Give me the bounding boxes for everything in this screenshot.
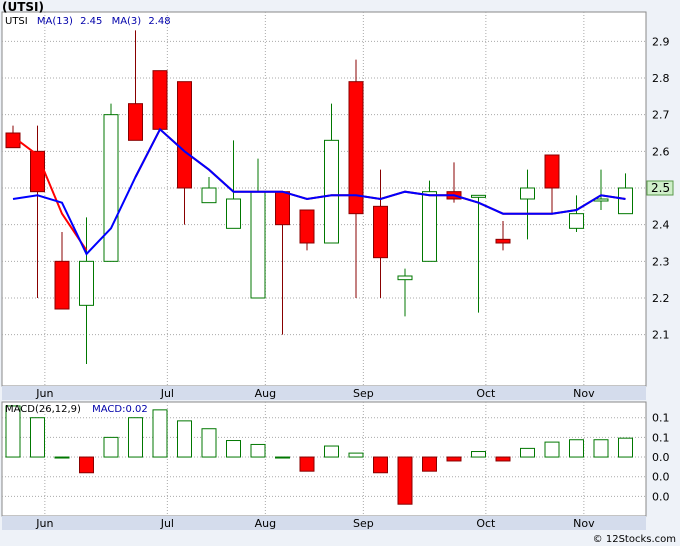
candle-body xyxy=(520,187,535,200)
macd-date-axis xyxy=(2,516,646,530)
candle-body xyxy=(103,114,119,262)
macd-bar xyxy=(275,456,290,459)
macd-bar xyxy=(422,456,437,472)
macd-bar xyxy=(348,452,364,458)
macd-tick-label: 0.0 xyxy=(652,451,670,464)
candle-body xyxy=(324,139,339,244)
candle-body xyxy=(348,81,364,215)
candle-body xyxy=(250,191,266,299)
candle-body xyxy=(544,154,560,189)
price-tick-label: 2.2 xyxy=(652,292,670,305)
month-label: Oct xyxy=(476,517,496,530)
price-tick-label: 2.6 xyxy=(652,145,670,158)
candle-body xyxy=(373,205,388,259)
macd-bar xyxy=(201,428,217,458)
macd-bar xyxy=(520,447,535,458)
macd-bar xyxy=(618,437,633,458)
macd-bar xyxy=(128,417,143,458)
candle-body xyxy=(397,275,413,281)
price-tick-label: 2.4 xyxy=(652,219,670,232)
candle-body xyxy=(128,103,143,141)
candle-body xyxy=(226,198,241,229)
candle-body xyxy=(54,260,70,310)
candle-body xyxy=(152,70,168,130)
chart-title: (UTSI) xyxy=(2,0,44,14)
month-label: Aug xyxy=(255,387,276,400)
macd-bar xyxy=(544,441,560,458)
month-label: Sep xyxy=(353,517,374,530)
candle-body xyxy=(177,81,192,189)
month-label: Nov xyxy=(573,517,595,530)
macd-legend-value: MACD:0.02 xyxy=(92,404,148,415)
legend-ma13-label: MA(13) xyxy=(37,16,73,27)
candle-body xyxy=(422,191,437,262)
macd-bar xyxy=(495,456,511,462)
month-label: Jun xyxy=(35,517,53,530)
candle-body xyxy=(79,260,94,306)
macd-bar xyxy=(569,439,584,458)
candle-body xyxy=(299,209,315,244)
macd-tick-label: 0.1 xyxy=(652,412,670,425)
macd-bar xyxy=(471,451,486,458)
macd-bar xyxy=(177,420,192,458)
macd-bar xyxy=(250,443,266,458)
month-label: Jul xyxy=(160,387,174,400)
price-date-axis xyxy=(2,386,646,400)
candle-body xyxy=(201,187,217,204)
macd-legend-label: MACD(26,12,9) xyxy=(5,404,81,415)
macd-bar xyxy=(30,417,45,458)
price-tick-label: 2.1 xyxy=(652,329,670,342)
price-tick-label: 2.7 xyxy=(652,109,670,122)
watermark: © 12Stocks.com xyxy=(593,534,676,545)
macd-bar xyxy=(103,436,119,458)
macd-bar xyxy=(324,445,339,458)
macd-bar xyxy=(54,456,70,459)
month-label: Jul xyxy=(160,517,174,530)
month-label: Nov xyxy=(573,387,595,400)
macd-bar xyxy=(373,456,388,474)
candle-body xyxy=(495,238,511,244)
macd-tick-label: 0.1 xyxy=(652,431,670,444)
legend-ma13-value: 2.45 xyxy=(80,16,102,27)
macd-bar xyxy=(299,456,315,472)
macd-legend: MACD(26,12,9) MACD:0.02 xyxy=(5,404,148,415)
legend-symbol: UTSI xyxy=(5,16,28,27)
stock-chart: 2.1 2.2 2.3 2.4 2.5 2.6 2.7 2.8 2.9 0.0 0.0 0.0 0.1… xyxy=(0,0,680,546)
price-tick-label: 2.9 xyxy=(652,35,670,48)
last-price-label: 2.5 xyxy=(651,181,670,195)
month-label: Oct xyxy=(476,387,496,400)
macd-bar xyxy=(79,456,94,474)
macd-tick-label: 0.0 xyxy=(652,490,670,503)
month-label: Aug xyxy=(255,517,276,530)
candle-body xyxy=(275,191,290,226)
month-label: Jun xyxy=(35,387,53,400)
last-price-marker: 2.5 xyxy=(646,180,674,196)
legend-ma3-value: 2.48 xyxy=(148,16,170,27)
month-label: Sep xyxy=(353,387,374,400)
price-tick-label: 2.3 xyxy=(652,255,670,268)
macd-bar xyxy=(593,439,609,458)
candle-body xyxy=(618,187,633,215)
price-tick-label: 2.8 xyxy=(652,72,670,85)
legend-ma3-label: MA(3) xyxy=(112,16,142,27)
macd-bar xyxy=(397,456,413,505)
macd-tick-label: 0.0 xyxy=(652,471,670,484)
macd-bar xyxy=(226,440,241,458)
macd-bar xyxy=(446,456,462,462)
candle-body xyxy=(471,194,486,198)
macd-bar xyxy=(152,409,168,458)
candle-body xyxy=(569,213,584,229)
macd-pane xyxy=(1,401,647,517)
